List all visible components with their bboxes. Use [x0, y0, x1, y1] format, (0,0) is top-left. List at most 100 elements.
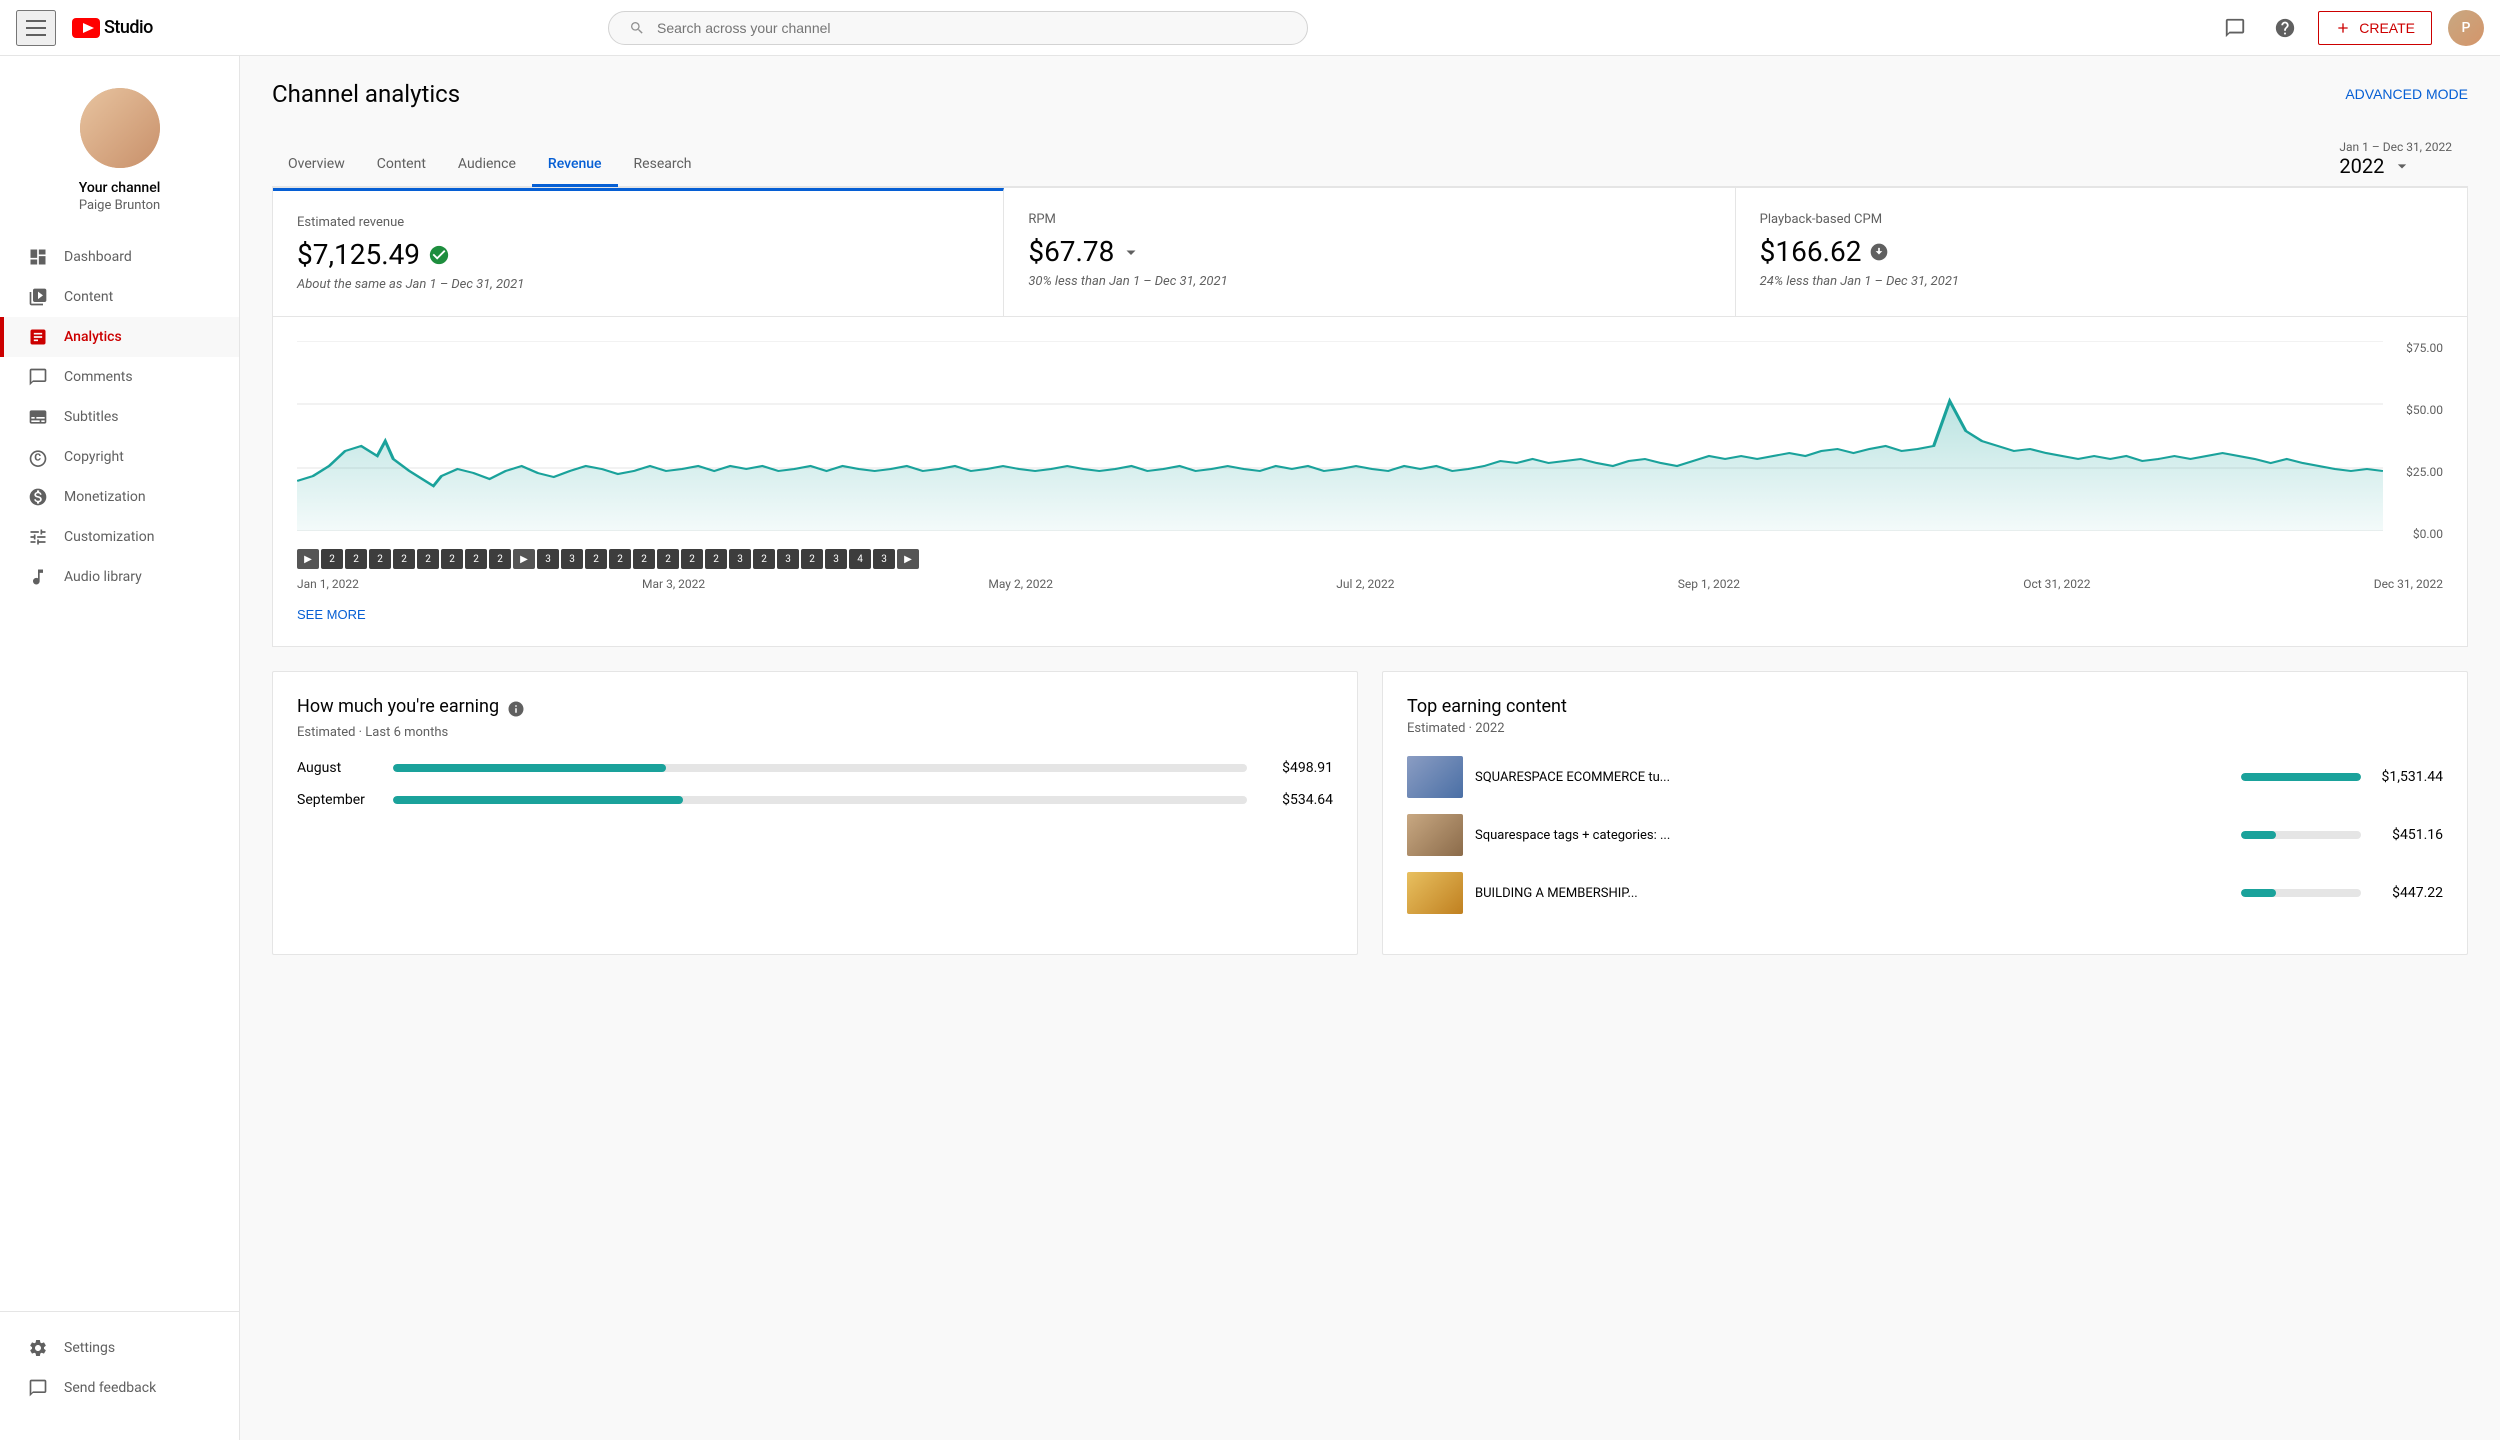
metric-label-0: Estimated revenue [297, 215, 979, 230]
tab-audience[interactable]: Audience [442, 144, 532, 187]
messages-icon [2224, 17, 2246, 39]
subtitles-icon [28, 407, 48, 427]
date-label-6: Dec 31, 2022 [2374, 577, 2443, 591]
y-label-1: $50.00 [2388, 403, 2443, 417]
timeline-bar-15[interactable]: 2 [681, 549, 703, 569]
metric-value-0: $7,125.49 [297, 238, 979, 271]
timeline-bar-9[interactable]: 3 [537, 549, 559, 569]
metric-rpm[interactable]: RPM $67.78 30% less than Jan 1 – Dec 31,… [1004, 188, 1735, 316]
content-title-2: BUILDING A MEMBERSHIP... [1475, 886, 2229, 901]
content-thumbnail-0 [1407, 756, 1463, 798]
timeline-bar-11[interactable]: 2 [585, 549, 607, 569]
timeline-bar-5[interactable]: 2 [417, 549, 439, 569]
channel-avatar [80, 88, 160, 168]
menu-button[interactable] [16, 10, 56, 46]
timeline-bar-18[interactable]: 2 [753, 549, 775, 569]
main-content: Channel analytics ADVANCED MODE Overview… [240, 56, 2500, 1440]
sidebar-item-comments[interactable]: Comments [0, 357, 239, 397]
timeline-play-2[interactable]: ▶ [513, 549, 535, 569]
content-amount-2: $447.22 [2373, 885, 2443, 901]
timeline-bar-22[interactable]: 4 [849, 549, 871, 569]
timeline-bar-16[interactable]: 2 [705, 549, 727, 569]
timeline-bar-19[interactable]: 3 [777, 549, 799, 569]
sidebar-item-dashboard[interactable]: Dashboard [0, 237, 239, 277]
channel-info: Your channel Paige Brunton [0, 72, 239, 229]
date-label-4: Sep 1, 2022 [1678, 577, 1740, 591]
timeline-bar-14[interactable]: 2 [657, 549, 679, 569]
timeline-bar-12[interactable]: 2 [609, 549, 631, 569]
app-layout: Your channel Paige Brunton Dashboard Con… [0, 56, 2500, 1440]
chart-area: $75.00 $50.00 $25.00 $0.00 [297, 341, 2443, 541]
arrow-down-icon [1122, 243, 1140, 261]
analytics-icon [28, 327, 48, 347]
page-title: Channel analytics [272, 80, 460, 108]
date-range: Jan 1 – Dec 31, 2022 [2339, 140, 2452, 154]
timeline-bar-8[interactable]: 2 [489, 549, 511, 569]
tabs-row: Overview Content Audience Revenue Resear… [272, 132, 2468, 187]
sidebar-item-customization[interactable]: Customization [0, 517, 239, 557]
search-input[interactable] [657, 20, 1287, 36]
sidebar-item-content[interactable]: Content [0, 277, 239, 317]
sidebar-item-monetization[interactable]: Monetization [0, 477, 239, 517]
timeline-play-3[interactable]: ▶ [897, 549, 919, 569]
top-content-item-2[interactable]: BUILDING A MEMBERSHIP... $447.22 [1407, 872, 2443, 914]
earnings-bar-0 [393, 764, 666, 772]
earnings-subtitle: Estimated · Last 6 months [297, 725, 1333, 740]
metric-estimated-revenue[interactable]: Estimated revenue $7,125.49 About the sa… [273, 188, 1004, 316]
top-content-item-0[interactable]: SQUARESPACE ECOMMERCE tu... $1,531.44 [1407, 756, 2443, 798]
date-label-2: May 2, 2022 [988, 577, 1053, 591]
timeline-bar-3[interactable]: 2 [369, 549, 391, 569]
advanced-mode-button[interactable]: ADVANCED MODE [2345, 86, 2468, 102]
top-content-subtitle: Estimated · 2022 [1407, 721, 2443, 736]
timeline-bar-20[interactable]: 2 [801, 549, 823, 569]
chart-container: $75.00 $50.00 $25.00 $0.00 [272, 317, 2468, 647]
bottom-panels: How much you're earning Estimated · Last… [272, 671, 2468, 955]
see-more-button[interactable]: SEE MORE [297, 607, 366, 622]
timeline-bar-13[interactable]: 2 [633, 549, 655, 569]
timeline-bar-4[interactable]: 2 [393, 549, 415, 569]
timeline-bar-10[interactable]: 3 [561, 549, 583, 569]
sidebar-item-settings[interactable]: Settings [0, 1328, 239, 1368]
sidebar-item-feedback[interactable]: Send feedback [0, 1368, 239, 1408]
metrics-row: Estimated revenue $7,125.49 About the sa… [272, 187, 2468, 317]
settings-icon [28, 1338, 48, 1358]
tab-research[interactable]: Research [618, 144, 708, 187]
timeline-bar-2[interactable]: 2 [345, 549, 367, 569]
metric-playback-cpm[interactable]: Playback-based CPM $166.62 24% less than… [1736, 188, 2467, 316]
avatar[interactable]: P [2448, 10, 2484, 46]
content-title-1: Squarespace tags + categories: ... [1475, 828, 2229, 843]
create-button[interactable]: CREATE [2318, 11, 2432, 45]
page-header: Channel analytics ADVANCED MODE [272, 80, 2468, 108]
timeline-bar-1[interactable]: 2 [321, 549, 343, 569]
date-label-1: Mar 3, 2022 [642, 577, 705, 591]
top-content-item-1[interactable]: Squarespace tags + categories: ... $451.… [1407, 814, 2443, 856]
earnings-bar-1 [393, 796, 683, 804]
date-label-0: Jan 1, 2022 [297, 577, 359, 591]
sidebar-item-copyright[interactable]: Copyright [0, 437, 239, 477]
timeline-bar-23[interactable]: 3 [873, 549, 895, 569]
check-circle-icon [428, 244, 450, 266]
metric-change-2: 24% less than Jan 1 – Dec 31, 2021 [1760, 274, 2443, 289]
content-bar-container-2 [2241, 889, 2361, 897]
sidebar-item-audio[interactable]: Audio library [0, 557, 239, 597]
messages-button[interactable] [2218, 11, 2252, 45]
tab-revenue[interactable]: Revenue [532, 144, 618, 187]
timeline-play-1[interactable]: ▶ [297, 549, 319, 569]
help-button[interactable] [2268, 11, 2302, 45]
logo[interactable]: Studio [72, 17, 153, 38]
date-labels: Jan 1, 2022 Mar 3, 2022 May 2, 2022 Jul … [297, 577, 2443, 591]
metric-change-1: 30% less than Jan 1 – Dec 31, 2021 [1028, 274, 1710, 289]
timeline-bar-6[interactable]: 2 [441, 549, 463, 569]
timeline-bar-21[interactable]: 3 [825, 549, 847, 569]
earnings-bar-container-1 [393, 796, 1247, 804]
sidebar-item-analytics[interactable]: Analytics [0, 317, 239, 357]
sidebar-item-subtitles[interactable]: Subtitles [0, 397, 239, 437]
tab-overview[interactable]: Overview [272, 144, 361, 187]
timeline-bars: ▶ 2 2 2 2 2 2 2 2 ▶ 3 3 2 2 2 2 2 2 3 2 [297, 549, 2443, 569]
date-selector[interactable]: Jan 1 – Dec 31, 2022 2022 [2323, 132, 2468, 186]
earnings-amount-0: $498.91 [1263, 760, 1333, 776]
timeline-bar-7[interactable]: 2 [465, 549, 487, 569]
date-label-5: Oct 31, 2022 [2023, 577, 2090, 591]
timeline-bar-17[interactable]: 3 [729, 549, 751, 569]
tab-content[interactable]: Content [361, 144, 442, 187]
